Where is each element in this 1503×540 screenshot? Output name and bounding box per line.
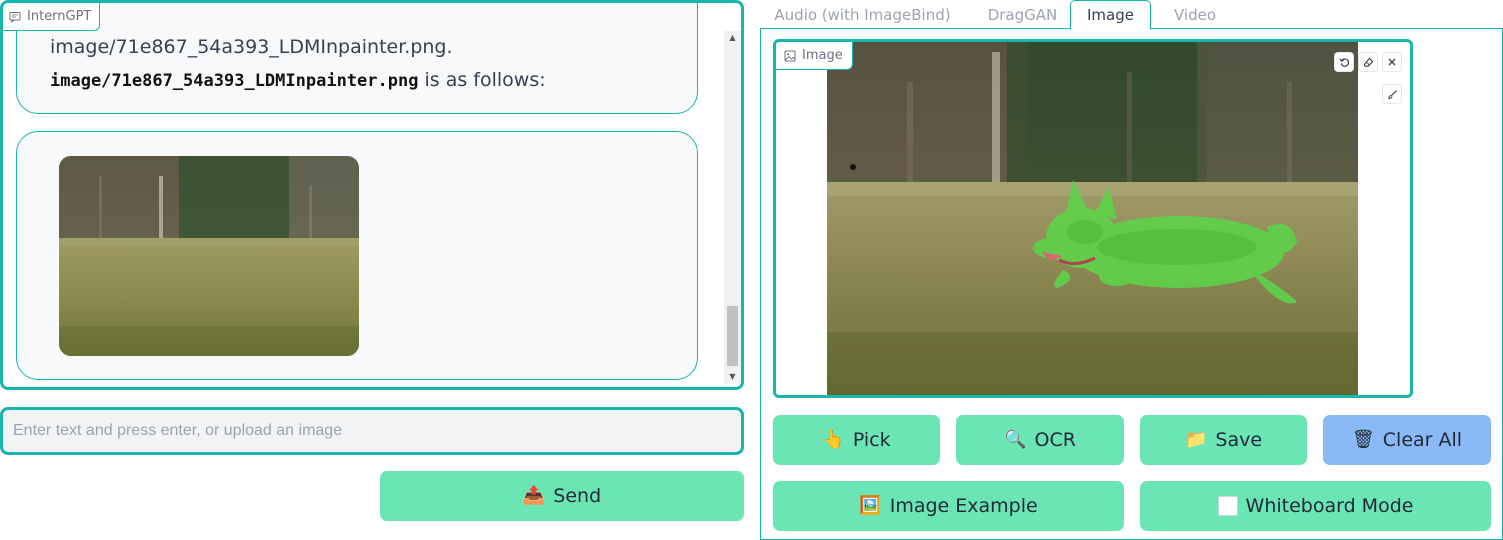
pick-button-label: Pick [852,429,891,451]
tab-audio[interactable]: Audio (with ImageBind) [760,0,965,29]
magnifier-icon: 🔍 [1004,429,1027,450]
tab-bar: Audio (with ImageBind) DragGAN Image Vid… [760,0,1503,30]
scrollbar-thumb[interactable] [727,306,738,366]
bot-image-message [16,131,698,380]
save-button[interactable]: 📁 Save [1140,415,1307,465]
chat-messages[interactable]: image/71e867_54a393_LDMInpainter.png. im… [3,3,723,387]
eraser-icon[interactable] [1358,52,1378,72]
brush-icon[interactable] [1382,84,1402,104]
editable-image-canvas[interactable] [827,42,1358,395]
ocr-button-label: OCR [1034,429,1076,451]
message-text-line: image/71e867_54a393_LDMInpainter.png. [50,36,453,58]
tab-draggan[interactable]: DragGAN [970,0,1075,29]
bot-message: image/71e867_54a393_LDMInpainter.png. im… [16,3,698,114]
scroll-up-arrow-icon[interactable]: ▲ [724,31,741,45]
folder-icon: 📁 [1184,429,1208,450]
corgi-image [827,42,1358,395]
image-example-button[interactable]: 🖼️ Image Example [773,481,1124,531]
message-text-line: image/71e867_54a393_LDMInpainter.png is … [50,69,546,91]
ocr-button[interactable]: 🔍 OCR [956,415,1124,465]
chatbot-label: InternGPT [3,3,101,31]
pointing-hand-icon: 👆 [822,429,845,450]
whiteboard-mode-label: Whiteboard Mode [1245,495,1414,517]
outbox-icon: 📤 [522,485,546,506]
image-example-button-label: Image Example [889,495,1038,517]
framed-picture-icon: 🖼️ [859,495,882,516]
chatbot-label-text: InternGPT [27,9,92,24]
image-editor: Image [773,39,1413,398]
clear-all-button[interactable]: 🗑 Clear All [1323,415,1491,465]
chat-input[interactable] [0,407,744,455]
send-button-label: Send [553,485,602,507]
image-editor-label: Image [776,42,853,70]
scroll-down-arrow-icon[interactable]: ▼ [724,370,741,384]
message-suffix: is as follows: [418,69,546,91]
pick-button[interactable]: 👆 Pick [773,415,940,465]
tab-image[interactable]: Image [1070,0,1151,30]
whiteboard-mode-toggle[interactable]: Whiteboard Mode [1140,481,1491,531]
undo-icon[interactable] [1334,52,1354,72]
app-root: InternGPT image/71e867_54a393_LDMInpaint… [0,0,1503,540]
result-image-thumbnail[interactable] [59,156,359,356]
message-filename: image/71e867_54a393_LDMInpainter.png [50,71,419,91]
image-editor-label-text: Image [802,48,843,63]
trash-icon: 🗑 [1351,429,1375,450]
inpainted-image [59,156,359,356]
save-button-label: Save [1215,429,1263,451]
chat-panel: InternGPT image/71e867_54a393_LDMInpaint… [0,0,744,390]
clear-all-button-label: Clear All [1382,429,1463,451]
image-icon [784,50,796,61]
chat-scrollbar[interactable]: ▲ ▼ [724,31,741,384]
chat-icon [9,11,21,23]
send-button[interactable]: 📤 Send [380,471,744,521]
tab-video[interactable]: Video [1155,0,1235,29]
whiteboard-checkbox[interactable] [1217,496,1238,516]
close-icon[interactable] [1382,52,1402,72]
